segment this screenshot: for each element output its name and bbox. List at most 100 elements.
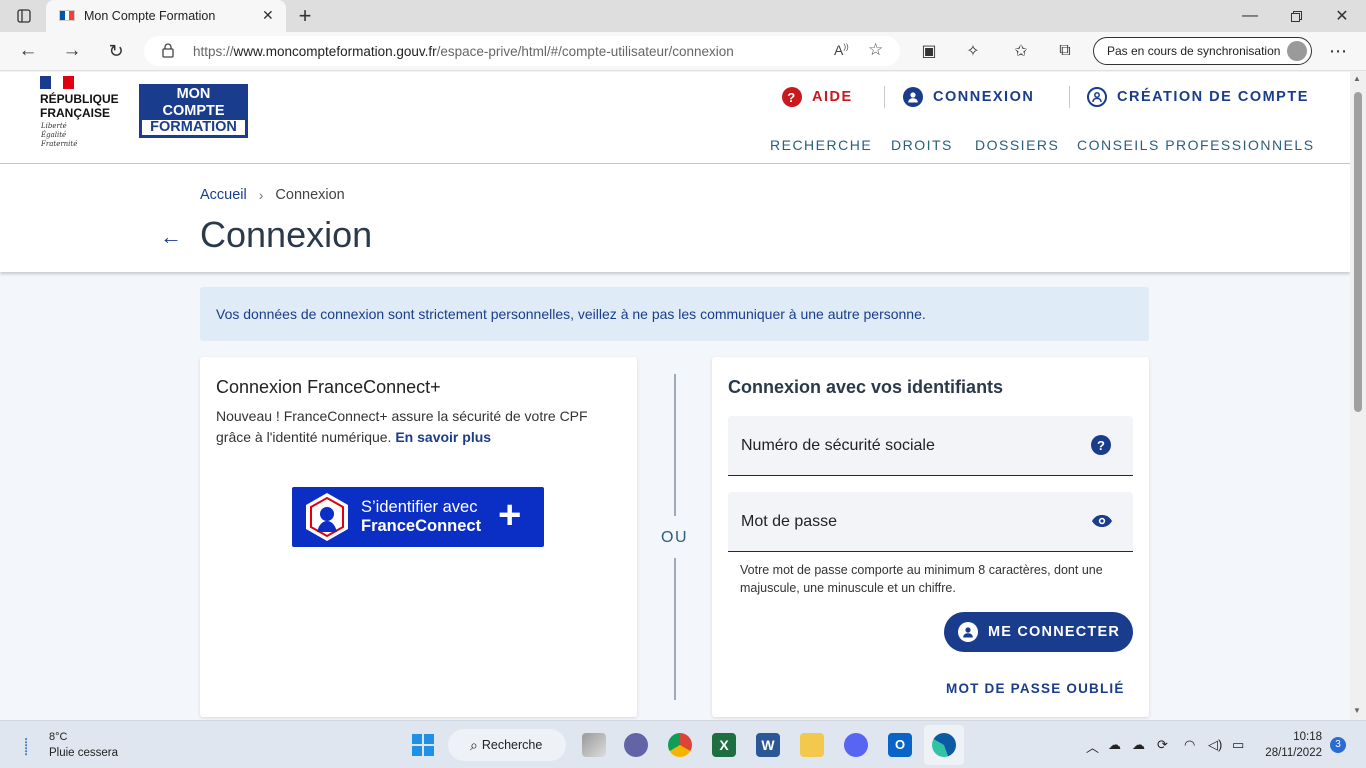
profile-sync-button[interactable]: Pas en cours de synchronisation: [1093, 37, 1312, 65]
page-heading-band: Accueil › Connexion ← Connexion: [0, 164, 1350, 272]
breadcrumb-home[interactable]: Accueil: [200, 187, 247, 203]
header-separator: [1069, 86, 1070, 108]
sync-icon[interactable]: ⟳: [1157, 737, 1168, 753]
network-vpn-icon[interactable]: ☁: [1132, 737, 1145, 753]
login-card: Connexion avec vos identifiants Numéro d…: [712, 357, 1149, 717]
more-menu-icon[interactable]: ⋯: [1325, 38, 1351, 64]
nav-dossiers[interactable]: DOSSIERS: [975, 137, 1059, 153]
back-icon[interactable]: ←: [14, 38, 42, 64]
browser-essentials-icon[interactable]: ▣: [916, 38, 942, 64]
nav-droits[interactable]: DROITS: [891, 137, 953, 153]
close-window-icon[interactable]: ✕: [1328, 4, 1356, 28]
nav-conseils-professionnels[interactable]: CONSEILS PROFESSIONNELS: [1077, 137, 1315, 153]
scroll-down-icon[interactable]: ▼: [1353, 706, 1361, 715]
divider-label: OU: [661, 529, 688, 546]
taskbar-search[interactable]: ⌕ Recherche: [448, 729, 566, 761]
collections-icon[interactable]: ⧉: [1052, 38, 1078, 64]
info-banner: Vos données de connexion sont strictemen…: [200, 287, 1149, 341]
creation-compte-link[interactable]: CRÉATION DE COMPTE: [1087, 86, 1309, 108]
minimize-icon[interactable]: —: [1236, 4, 1264, 28]
teams-chat-icon[interactable]: [624, 733, 648, 757]
clock[interactable]: 10:18 28/11/2022: [1262, 729, 1322, 761]
back-arrow-icon[interactable]: ←: [160, 224, 182, 250]
plus-icon: +: [498, 493, 522, 537]
password-field[interactable]: Mot de passe: [728, 492, 1133, 552]
new-tab-icon[interactable]: +: [292, 3, 318, 28]
motto-egalite: Égalité: [41, 131, 67, 139]
rf-line-1: RÉPUBLIQUE: [40, 92, 119, 106]
discord-icon[interactable]: [844, 733, 868, 757]
franceconnect-title: Connexion FranceConnect+: [216, 377, 441, 397]
volume-icon[interactable]: ◁): [1208, 737, 1222, 753]
browser-titlebar: Mon Compte Formation ✕ + — ✕: [0, 0, 1366, 32]
windows-start-icon[interactable]: [412, 734, 434, 756]
url-text[interactable]: https://www.moncompteformation.gouv.fr/e…: [193, 44, 734, 59]
scroll-up-icon[interactable]: ▲: [1353, 74, 1361, 83]
restore-icon[interactable]: [1282, 4, 1310, 28]
battery-icon[interactable]: ▭: [1232, 737, 1244, 753]
connexion-label: CONNEXION: [933, 89, 1035, 105]
browser-tab[interactable]: Mon Compte Formation ✕: [46, 0, 286, 32]
favorites-icon[interactable]: ✩: [1008, 38, 1034, 64]
edge-icon[interactable]: [932, 733, 956, 757]
nss-label: Numéro de sécurité sociale: [741, 436, 935, 454]
favorite-add-icon[interactable]: ☆: [868, 40, 883, 60]
scrollbar-thumb[interactable]: [1354, 92, 1362, 412]
tab-title: Mon Compte Formation: [84, 9, 216, 23]
tab-actions-icon[interactable]: [12, 6, 36, 26]
connexion-link[interactable]: CONNEXION: [903, 86, 1034, 108]
tab-close-icon[interactable]: ✕: [262, 7, 274, 24]
taskbar-search-label: Recherche: [481, 738, 543, 752]
aide-link[interactable]: ? AIDE: [782, 86, 853, 108]
site-header: RÉPUBLIQUE FRANÇAISE Liberté Égalité Fra…: [0, 72, 1350, 164]
show-hidden-icons-icon[interactable]: ︿: [1086, 737, 1099, 756]
wifi-icon[interactable]: ◠: [1184, 737, 1195, 753]
franceconnect-button[interactable]: S’identifier avec FranceConnect +: [292, 487, 544, 547]
chevron-right-icon: ›: [258, 187, 264, 203]
help-circle-icon: ?: [782, 87, 802, 107]
forward-icon[interactable]: →: [58, 38, 86, 64]
file-explorer-icon[interactable]: [800, 733, 824, 757]
refresh-icon[interactable]: ↻: [102, 38, 130, 64]
nav-recherche[interactable]: RECHERCHE: [770, 137, 872, 153]
breadcrumb: Accueil › Connexion: [200, 187, 345, 203]
onedrive-icon[interactable]: ☁: [1108, 737, 1121, 753]
task-view-icon[interactable]: [582, 733, 606, 757]
address-bar[interactable]: https://www.moncompteformation.gouv.fr/e…: [144, 36, 900, 66]
password-label: Mot de passe: [741, 512, 838, 530]
word-icon[interactable]: W: [756, 733, 780, 757]
excel-icon[interactable]: X: [712, 733, 736, 757]
login-title: Connexion avec vos identifiants: [728, 377, 1004, 397]
en-savoir-plus-link[interactable]: En savoir plus: [395, 429, 491, 445]
mon-compte-formation-logo[interactable]: MON COMPTE FORMATION: [139, 84, 248, 138]
read-aloud-icon[interactable]: A)): [834, 42, 849, 58]
franceconnect-logo-icon: [305, 492, 349, 542]
aide-label: AIDE: [812, 89, 853, 105]
franceconnect-btn-line2: FranceConnect: [361, 517, 482, 535]
weather-temp: 8°C: [49, 731, 68, 743]
url-prefix: https://: [193, 44, 234, 59]
extensions-icon[interactable]: ✧: [960, 38, 986, 64]
outlook-icon[interactable]: O: [888, 733, 912, 757]
divider-line-top: [674, 374, 676, 516]
help-circle-icon[interactable]: ?: [1091, 435, 1111, 455]
user-circle-icon: [958, 622, 978, 642]
chrome-icon[interactable]: [668, 733, 692, 757]
favicon-icon: [59, 10, 75, 21]
notification-badge[interactable]: 3: [1330, 737, 1346, 753]
motto-liberte: Liberté: [41, 122, 67, 130]
windows-taskbar: ⸽ 8°C Pluie cessera ⌕ Recherche X W O ︿ …: [0, 720, 1366, 768]
eye-icon[interactable]: [1091, 514, 1113, 533]
me-connecter-button[interactable]: ME CONNECTER: [944, 612, 1133, 652]
lock-icon: [162, 43, 174, 63]
url-host: www.moncompteformation.gouv.fr: [233, 44, 437, 59]
weather-text: Pluie cessera: [49, 747, 119, 759]
forgot-password-link[interactable]: MOT DE PASSE OUBLIÉ: [946, 681, 1125, 696]
logo-line-2: COMPTE: [162, 103, 225, 119]
password-hint: Votre mot de passe comporte au minimum 8…: [740, 563, 1103, 595]
page-scrollbar[interactable]: ▲ ▼: [1350, 72, 1366, 720]
marianne-flag-icon: [40, 76, 74, 89]
me-connecter-label: ME CONNECTER: [988, 624, 1121, 640]
republique-francaise-logo[interactable]: RÉPUBLIQUE FRANÇAISE: [40, 92, 119, 120]
social-security-number-field[interactable]: Numéro de sécurité sociale ?: [728, 416, 1133, 476]
